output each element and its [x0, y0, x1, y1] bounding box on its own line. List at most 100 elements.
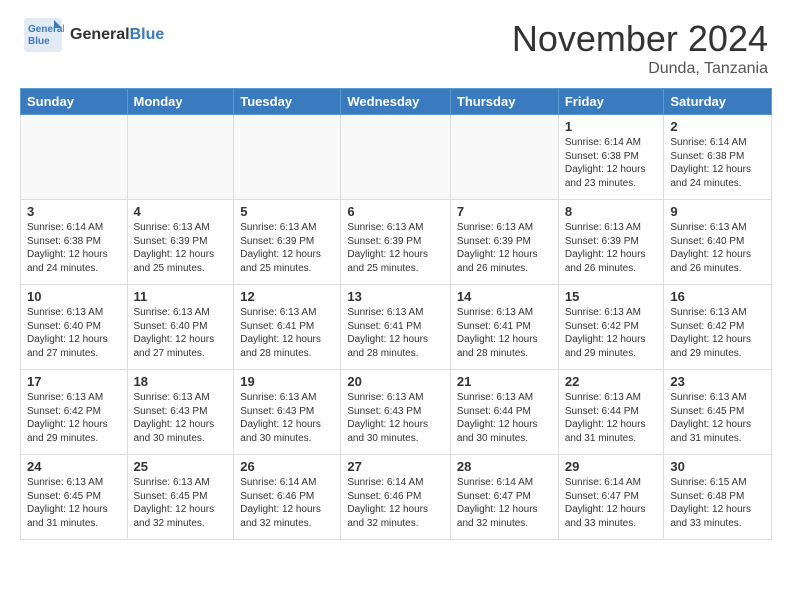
day-number: 29 — [565, 459, 658, 474]
day-info: Sunrise: 6:13 AMSunset: 6:40 PMDaylight:… — [134, 306, 228, 360]
day-number: 14 — [457, 289, 552, 304]
calendar-cell-14: 14 Sunrise: 6:13 AMSunset: 6:41 PMDayligh… — [450, 285, 558, 370]
day-info: Sunrise: 6:13 AMSunset: 6:41 PMDaylight:… — [240, 306, 334, 360]
day-header-monday: Monday — [127, 89, 234, 115]
day-number: 11 — [134, 289, 228, 304]
calendar-week-1: 3Sunrise: 6:14 AMSunset: 6:38 PMDaylight… — [21, 200, 772, 285]
calendar-cell-29: 29 Sunrise: 6:14 AMSunset: 6:47 PMDayligh… — [558, 455, 664, 540]
day-info: Sunrise: 6:15 AMSunset: 6:48 PMDaylight:… — [670, 476, 765, 530]
calendar-cell-empty — [234, 115, 341, 200]
calendar-cell-23: 23 Sunrise: 6:13 AMSunset: 6:45 PMDayligh… — [664, 370, 772, 455]
calendar-cell-24: 24 Sunrise: 6:13 AMSunset: 6:45 PMDayligh… — [21, 455, 128, 540]
day-header-thursday: Thursday — [450, 89, 558, 115]
logo-blue: Blue — [130, 26, 165, 44]
day-info: Sunrise: 6:13 AMSunset: 6:40 PMDaylight:… — [670, 221, 765, 275]
calendar-cell-empty — [450, 115, 558, 200]
calendar-cell-1: 1Sunrise: 6:14 AMSunset: 6:38 PMDaylight… — [558, 115, 664, 200]
day-number: 26 — [240, 459, 334, 474]
calendar-cell-10: 10Sunrise: 6:13 AMSunset: 6:40 PMDayligh… — [21, 285, 128, 370]
calendar-cell-5: 5 Sunrise: 6:13 AMSunset: 6:39 PMDaylight… — [234, 200, 341, 285]
day-info: Sunrise: 6:13 AMSunset: 6:39 PMDaylight:… — [240, 221, 334, 275]
day-header-sunday: Sunday — [21, 89, 128, 115]
day-number: 28 — [457, 459, 552, 474]
calendar-cell-empty — [341, 115, 451, 200]
calendar-cell-25: 25Sunrise: 6:13 AMSunset: 6:45 PMDayligh… — [127, 455, 234, 540]
calendar-cell-12: 12 Sunrise: 6:13 AMSunset: 6:41 PMDayligh… — [234, 285, 341, 370]
day-number: 30 — [670, 459, 765, 474]
calendar-cell-11: 11 Sunrise: 6:13 AMSunset: 6:40 PMDayligh… — [127, 285, 234, 370]
day-number: 17 — [27, 374, 121, 389]
day-number: 21 — [457, 374, 552, 389]
calendar-cell-22: 22 Sunrise: 6:13 AMSunset: 6:44 PMDayligh… — [558, 370, 664, 455]
day-number: 5 — [240, 204, 334, 219]
logo-general: General — [70, 26, 130, 44]
day-info: Sunrise: 6:13 AMSunset: 6:39 PMDaylight:… — [347, 221, 444, 275]
day-header-friday: Friday — [558, 89, 664, 115]
calendar-cell-empty — [127, 115, 234, 200]
calendar-cell-9: 9 Sunrise: 6:13 AMSunset: 6:40 PMDaylight… — [664, 200, 772, 285]
calendar-wrapper: SundayMondayTuesdayWednesdayThursdayFrid… — [0, 88, 792, 540]
day-info: Sunrise: 6:14 AMSunset: 6:47 PMDaylight:… — [565, 476, 658, 530]
calendar-cell-21: 21 Sunrise: 6:13 AMSunset: 6:44 PMDayligh… — [450, 370, 558, 455]
day-number: 9 — [670, 204, 765, 219]
calendar-week-0: 1Sunrise: 6:14 AMSunset: 6:38 PMDaylight… — [21, 115, 772, 200]
title-area: November 2024 Dunda, Tanzania — [512, 18, 768, 78]
calendar-cell-19: 19 Sunrise: 6:13 AMSunset: 6:43 PMDayligh… — [234, 370, 341, 455]
calendar-week-2: 10 Sunrise: 6:13 AMSunset: 6:40 PMDayligh… — [21, 285, 772, 370]
day-info: Sunrise: 6:13 AMSunset: 6:39 PMDaylight:… — [565, 221, 658, 275]
day-number: 25 — [134, 459, 228, 474]
calendar-header-row: SundayMondayTuesdayWednesdayThursdayFrid… — [21, 89, 772, 115]
day-info: Sunrise: 6:13 AMSunset: 6:39 PMDaylight:… — [457, 221, 552, 275]
calendar-cell-15: 15Sunrise: 6:13 AMSunset: 6:42 PMDayligh… — [558, 285, 664, 370]
day-number: 3 — [27, 204, 121, 219]
calendar-cell-27: 27 Sunrise: 6:14 AMSunset: 6:46 PMDayligh… — [341, 455, 451, 540]
logo-icon: General Blue — [24, 18, 64, 52]
day-info: Sunrise: 6:13 AMSunset: 6:42 PMDaylight:… — [27, 391, 121, 445]
day-number: 13 — [347, 289, 444, 304]
header: General Blue General Blue November 2024 … — [0, 0, 792, 88]
day-info: Sunrise: 6:14 AMSunset: 6:38 PMDaylight:… — [565, 136, 658, 190]
calendar-cell-8: 8Sunrise: 6:13 AMSunset: 6:39 PMDaylight… — [558, 200, 664, 285]
day-info: Sunrise: 6:13 AMSunset: 6:44 PMDaylight:… — [565, 391, 658, 445]
day-info: Sunrise: 6:13 AMSunset: 6:39 PMDaylight:… — [134, 221, 228, 275]
day-info: Sunrise: 6:13 AMSunset: 6:42 PMDaylight:… — [565, 306, 658, 360]
day-info: Sunrise: 6:13 AMSunset: 6:44 PMDaylight:… — [457, 391, 552, 445]
logo: General Blue General Blue — [24, 18, 164, 52]
calendar-week-4: 24 Sunrise: 6:13 AMSunset: 6:45 PMDayligh… — [21, 455, 772, 540]
day-info: Sunrise: 6:13 AMSunset: 6:45 PMDaylight:… — [670, 391, 765, 445]
day-number: 23 — [670, 374, 765, 389]
day-number: 4 — [134, 204, 228, 219]
day-info: Sunrise: 6:13 AMSunset: 6:41 PMDaylight:… — [347, 306, 444, 360]
day-number: 24 — [27, 459, 121, 474]
calendar-cell-18: 18Sunrise: 6:13 AMSunset: 6:43 PMDayligh… — [127, 370, 234, 455]
location: Dunda, Tanzania — [512, 60, 768, 78]
day-number: 22 — [565, 374, 658, 389]
day-info: Sunrise: 6:13 AMSunset: 6:43 PMDaylight:… — [347, 391, 444, 445]
day-info: Sunrise: 6:14 AMSunset: 6:38 PMDaylight:… — [670, 136, 765, 190]
calendar-cell-4: 4 Sunrise: 6:13 AMSunset: 6:39 PMDaylight… — [127, 200, 234, 285]
calendar-cell-28: 28 Sunrise: 6:14 AMSunset: 6:47 PMDayligh… — [450, 455, 558, 540]
calendar-cell-26: 26 Sunrise: 6:14 AMSunset: 6:46 PMDayligh… — [234, 455, 341, 540]
day-info: Sunrise: 6:13 AMSunset: 6:41 PMDaylight:… — [457, 306, 552, 360]
day-number: 27 — [347, 459, 444, 474]
calendar-cell-30: 30 Sunrise: 6:15 AMSunset: 6:48 PMDayligh… — [664, 455, 772, 540]
calendar-cell-17: 17 Sunrise: 6:13 AMSunset: 6:42 PMDayligh… — [21, 370, 128, 455]
calendar-cell-13: 13 Sunrise: 6:13 AMSunset: 6:41 PMDayligh… — [341, 285, 451, 370]
calendar-cell-16: 16Sunrise: 6:13 AMSunset: 6:42 PMDayligh… — [664, 285, 772, 370]
day-info: Sunrise: 6:14 AMSunset: 6:47 PMDaylight:… — [457, 476, 552, 530]
day-number: 2 — [670, 119, 765, 134]
day-number: 20 — [347, 374, 444, 389]
day-number: 6 — [347, 204, 444, 219]
calendar-cell-2: 2 Sunrise: 6:14 AMSunset: 6:38 PMDaylight… — [664, 115, 772, 200]
month-title: November 2024 — [512, 18, 768, 60]
day-header-tuesday: Tuesday — [234, 89, 341, 115]
day-info: Sunrise: 6:13 AMSunset: 6:45 PMDaylight:… — [27, 476, 121, 530]
day-number: 12 — [240, 289, 334, 304]
day-number: 19 — [240, 374, 334, 389]
day-header-wednesday: Wednesday — [341, 89, 451, 115]
day-header-saturday: Saturday — [664, 89, 772, 115]
day-info: Sunrise: 6:14 AMSunset: 6:46 PMDaylight:… — [347, 476, 444, 530]
day-number: 10 — [27, 289, 121, 304]
day-info: Sunrise: 6:13 AMSunset: 6:43 PMDaylight:… — [240, 391, 334, 445]
day-info: Sunrise: 6:14 AMSunset: 6:46 PMDaylight:… — [240, 476, 334, 530]
